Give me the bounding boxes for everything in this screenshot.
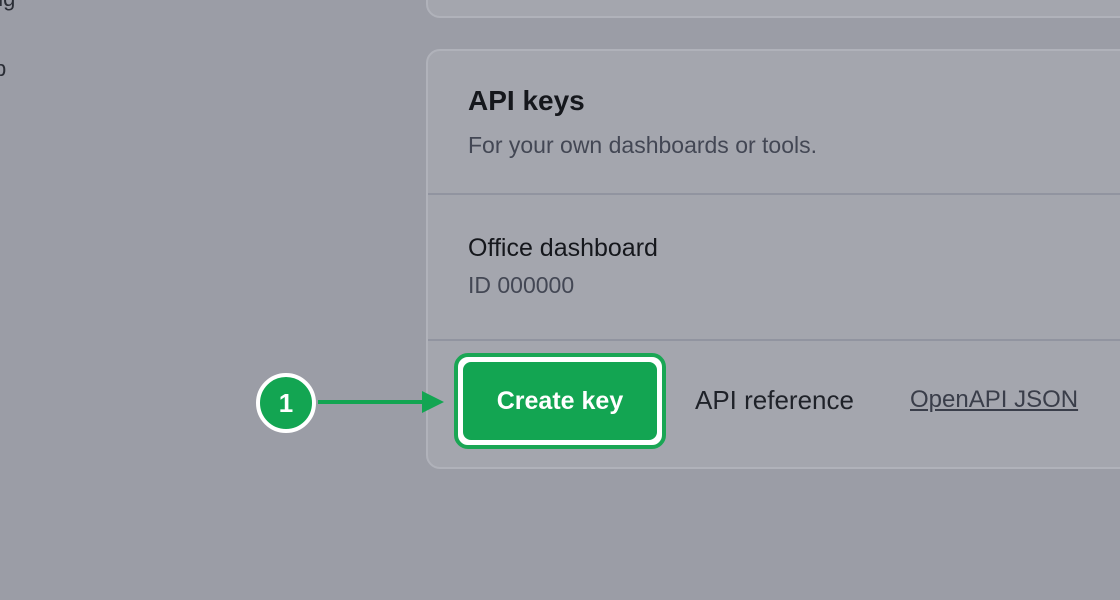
openapi-json-link[interactable]: OpenAPI JSON (910, 386, 1078, 414)
api-key-name: Office dashboard (468, 234, 658, 262)
sidebar-item-label: p (0, 56, 7, 81)
create-key-button-label: Create key (463, 362, 657, 440)
sidebar-item-label: ing (0, 0, 15, 11)
api-key-id: ID 000000 (468, 272, 575, 298)
api-keys-subtitle: For your own dashboards or tools. (468, 132, 818, 158)
create-key-button[interactable]: Create key (454, 353, 666, 449)
step-number-badge: 1 (256, 373, 316, 433)
sidebar-item-partial[interactable]: p (0, 56, 6, 82)
api-keys-card-header: API keys For your own dashboards or tool… (428, 51, 1120, 195)
api-keys-title: API keys (468, 85, 585, 116)
api-key-item: Office dashboard ID 000000 (428, 195, 1120, 341)
api-reference-link[interactable]: API reference (695, 385, 854, 416)
arrow-right-icon (318, 391, 444, 413)
sidebar-item-partial[interactable]: ing (0, 0, 15, 12)
previous-card (426, 0, 1120, 18)
